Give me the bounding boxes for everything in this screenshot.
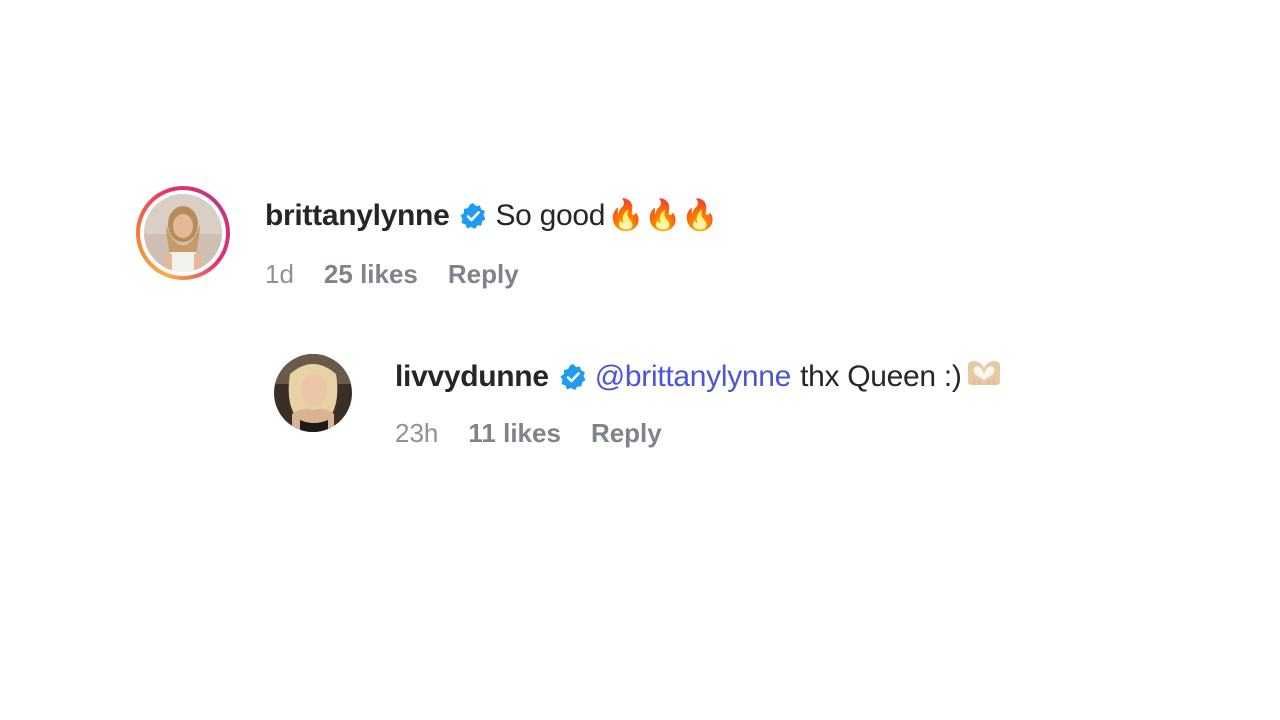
username[interactable]: livvydunne bbox=[395, 360, 549, 394]
fire-emoji-icon: 🔥🔥🔥 bbox=[607, 199, 719, 232]
username[interactable]: brittanylynne bbox=[265, 199, 450, 233]
avatar[interactable] bbox=[274, 354, 352, 432]
reply-button[interactable]: Reply bbox=[591, 418, 662, 449]
comment-text: thx Queen :) bbox=[800, 360, 962, 393]
comment-text: So good bbox=[495, 198, 606, 232]
verified-badge-icon bbox=[459, 202, 487, 230]
heart-hands-icon bbox=[964, 358, 1004, 396]
mention-link[interactable]: @brittanylynne bbox=[595, 360, 792, 394]
likes-count[interactable]: 11 likes bbox=[468, 418, 561, 449]
verified-badge-icon bbox=[559, 363, 587, 391]
reply-comment: livvydunne @brittanylynne thx Queen :) 2… bbox=[274, 354, 1004, 449]
comments-panel: brittanylynne So good 🔥🔥🔥 1d 25 likes Re… bbox=[0, 0, 1280, 720]
reply-button[interactable]: Reply bbox=[448, 259, 519, 290]
likes-count[interactable]: 25 likes bbox=[324, 259, 418, 290]
avatar[interactable] bbox=[144, 194, 222, 272]
comment-age: 23h bbox=[395, 418, 439, 448]
story-ring[interactable] bbox=[136, 186, 230, 280]
comment: brittanylynne So good 🔥🔥🔥 1d 25 likes Re… bbox=[136, 186, 719, 290]
comment-age: 1d bbox=[265, 259, 294, 289]
